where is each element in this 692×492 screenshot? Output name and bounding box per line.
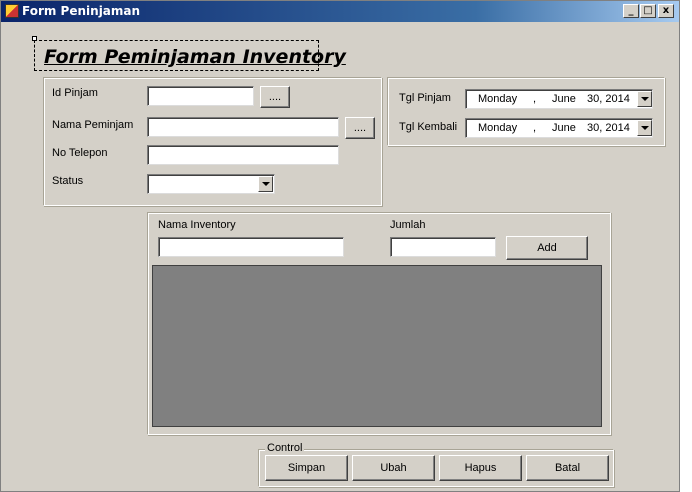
jumlah-label: Jumlah	[390, 219, 426, 231]
no-telepon-input[interactable]	[147, 145, 339, 165]
maximize-button[interactable]: □	[640, 4, 656, 18]
tgl-pinjam-month: June	[552, 93, 576, 105]
tgl-pinjam-dropdown-arrow[interactable]	[637, 91, 652, 107]
inventory-datagrid[interactable]	[152, 265, 602, 427]
nama-peminjam-input[interactable]	[147, 117, 339, 137]
tgl-kembali-dropdown-arrow[interactable]	[637, 120, 652, 136]
tgl-pinjam-date: 30, 2014	[587, 93, 630, 105]
control-group-legend: Control	[265, 442, 305, 454]
batal-button[interactable]: Batal	[526, 455, 609, 481]
app-icon	[5, 4, 19, 18]
tgl-kembali-month: June	[552, 122, 576, 134]
ubah-button[interactable]: Ubah	[352, 455, 435, 481]
id-pinjam-lookup-button[interactable]: ....	[260, 86, 290, 108]
tgl-pinjam-datepicker[interactable]: Monday , June 30, 2014	[465, 89, 653, 109]
no-telepon-label: No Telepon	[52, 147, 108, 159]
tgl-kembali-datepicker[interactable]: Monday , June 30, 2014	[465, 118, 653, 138]
window-title: Form Peninjaman	[22, 4, 141, 18]
tgl-kembali-label: Tgl Kembali	[399, 121, 458, 133]
minimize-button[interactable]: _	[623, 4, 639, 18]
nama-inventory-label: Nama Inventory	[158, 219, 236, 231]
tgl-pinjam-label: Tgl Pinjam	[399, 92, 451, 104]
nama-peminjam-lookup-button[interactable]: ....	[345, 117, 375, 139]
title-bar[interactable]: Form Peninjaman _ □ x	[1, 1, 679, 22]
close-button[interactable]: x	[658, 4, 674, 18]
hapus-button[interactable]: Hapus	[439, 455, 522, 481]
jumlah-input[interactable]	[390, 237, 496, 257]
status-dropdown-arrow[interactable]	[258, 176, 273, 192]
nama-inventory-input[interactable]	[158, 237, 344, 257]
nama-peminjam-label: Nama Peminjam	[52, 119, 134, 131]
id-pinjam-input[interactable]	[147, 86, 254, 106]
tgl-kembali-date: 30, 2014	[587, 122, 630, 134]
tgl-kembali-day: Monday	[478, 122, 518, 134]
add-button[interactable]: Add	[506, 236, 588, 260]
tgl-pinjam-sep: ,	[533, 93, 537, 105]
tgl-kembali-sep: ,	[533, 122, 537, 134]
chevron-down-icon	[640, 97, 649, 101]
chevron-down-icon	[261, 182, 270, 186]
simpan-button[interactable]: Simpan	[265, 455, 348, 481]
form-heading: Form Peminjaman Inventory	[34, 40, 346, 71]
status-select[interactable]	[147, 174, 275, 194]
id-pinjam-label: Id Pinjam	[52, 87, 98, 99]
chevron-down-icon	[640, 126, 649, 130]
tgl-pinjam-day: Monday	[478, 93, 518, 105]
status-label: Status	[52, 175, 84, 187]
main-window: Form Peninjaman _ □ x Form Peminjaman In…	[0, 0, 680, 492]
